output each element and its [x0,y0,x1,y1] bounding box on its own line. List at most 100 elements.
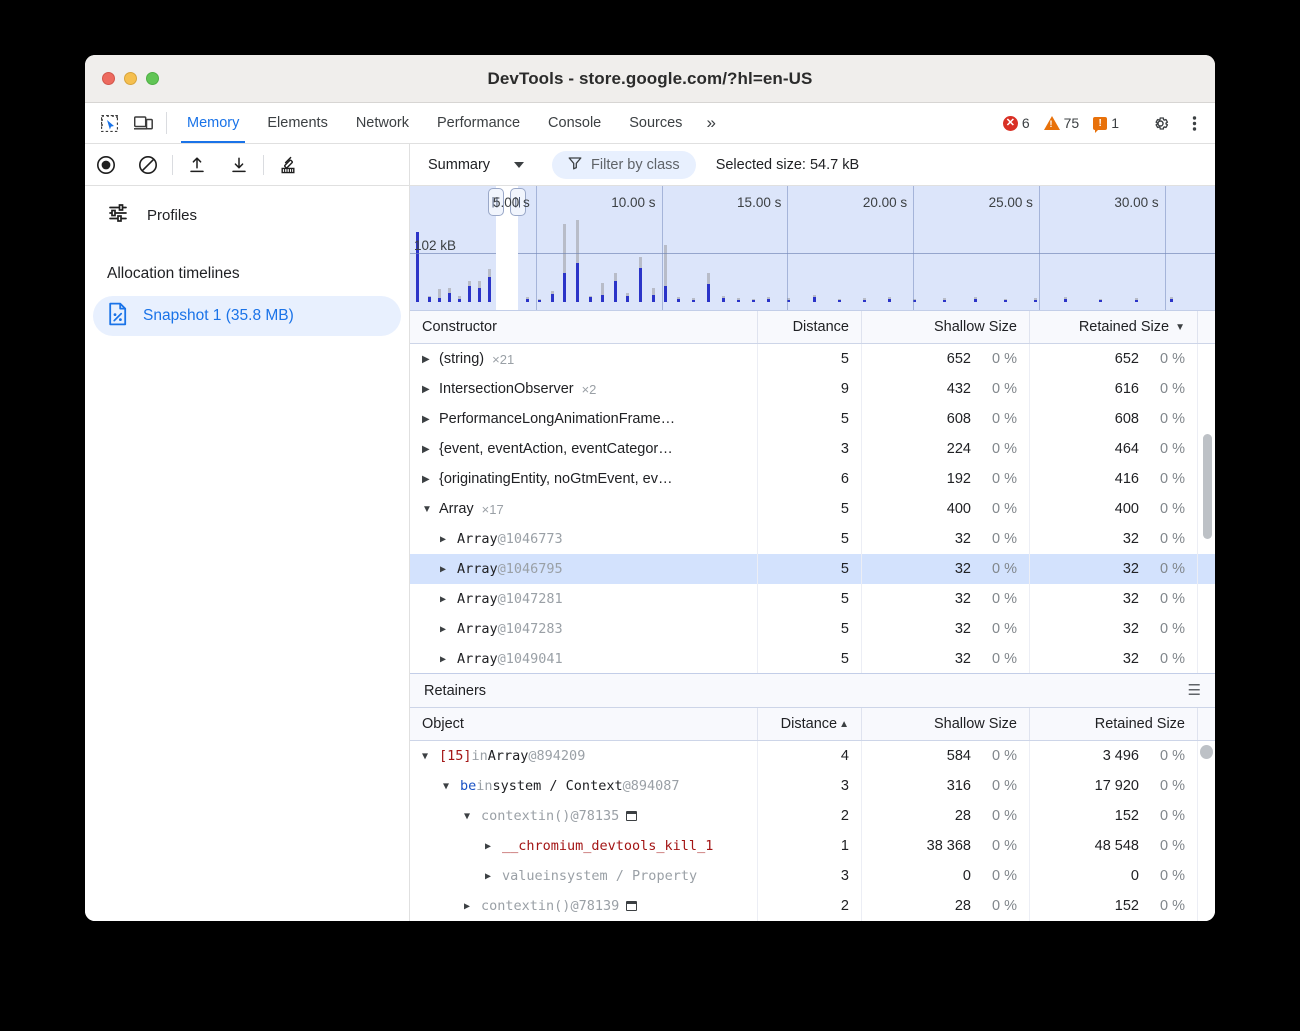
warning-count[interactable]: 75 [1039,115,1085,131]
triangle-down-icon[interactable] [422,751,434,762]
triangle-right-icon[interactable] [440,564,452,575]
column-header-distance[interactable]: Distance [758,311,862,343]
tab-sources[interactable]: Sources [615,103,696,143]
constructor-label: {event, eventAction, eventCategor… [439,441,673,457]
triangle-down-icon[interactable] [464,811,476,822]
upload-profile-icon[interactable] [176,144,218,186]
triangle-down-icon[interactable] [443,781,455,792]
column-header-retainer-distance[interactable]: Distance ▲ [758,708,862,740]
cell-percent: 0 % [971,621,1017,637]
tab-console[interactable]: Console [534,103,615,143]
table-row[interactable]: IntersectionObserver×294320 %6160 % [410,374,1215,404]
cell-percent: 0 % [1139,898,1185,914]
record-heap-snapshot-icon[interactable] [85,144,127,186]
table-row[interactable]: __chromium_devtools_kill_1138 3680 %48 5… [410,831,1215,861]
column-header-retainer-retained-size-label: Retained Size [1095,716,1185,732]
tab-memory[interactable]: Memory [173,103,253,143]
instance-count: ×21 [492,352,514,367]
tab-elements-label: Elements [267,115,327,131]
table-cell: 320 % [1030,554,1198,584]
constructor-table-body[interactable]: (string)×2156520 %6520 %IntersectionObse… [410,344,1215,673]
tab-elements[interactable]: Elements [253,103,341,143]
sidebar-item-profiles[interactable]: Profiles [85,194,409,236]
cell-percent: 0 % [1139,748,1185,764]
device-toolbar-icon[interactable] [126,103,160,143]
tab-network[interactable]: Network [342,103,423,143]
info-count[interactable]: ! 1 [1088,115,1124,131]
triangle-right-icon[interactable] [440,624,452,635]
column-header-object[interactable]: Object [410,708,758,740]
cell-value: 32 [1123,531,1139,547]
column-header-retained-size[interactable]: Retained Size ▼ [1030,311,1198,343]
more-tabs-chevron-icon[interactable]: » [696,103,725,143]
column-header-shallow-size[interactable]: Shallow Size [862,311,1030,343]
triangle-right-icon[interactable] [422,444,434,455]
gear-icon[interactable] [1145,114,1175,133]
timeline-bar [1099,300,1102,302]
object-address: @1047281 [498,591,563,607]
open-in-sources-icon[interactable] [626,811,637,821]
table-row[interactable]: Array @10472835320 %320 % [410,614,1215,644]
constructor-name-cell: (string)×21 [410,344,758,374]
table-cell: 320 % [1030,614,1198,644]
table-row[interactable]: context in () @781352280 %1520 % [410,801,1215,831]
table-row[interactable]: context in () @781392280 %1520 % [410,891,1215,921]
column-header-constructor[interactable]: Constructor [410,311,758,343]
triangle-right-icon[interactable] [485,871,497,882]
hamburger-menu-icon[interactable]: ☰ [1188,683,1201,698]
table-row[interactable]: Array @10467735320 %320 % [410,524,1215,554]
table-row[interactable]: be in system / Context @89408733160 %17 … [410,771,1215,801]
column-header-retained-size-label: Retained Size [1079,319,1169,335]
constructor-label: {originatingEntity, noGtmEvent, ev… [439,471,672,487]
column-header-retainer-retained-size[interactable]: Retained Size [1030,708,1198,740]
table-cell: 6 [758,464,862,494]
column-header-retainer-shallow-size[interactable]: Shallow Size [862,708,1030,740]
table-cell: 320 % [1030,644,1198,673]
timeline-tick-label: 30.00 s [1114,195,1164,210]
clear-all-icon[interactable] [127,144,169,186]
retainers-table-body[interactable]: [15] in Array @89420945840 %3 4960 %be i… [410,741,1215,921]
retainers-table-scrollbar[interactable] [1200,745,1213,759]
three-dots-vertical-icon[interactable] [1179,114,1209,133]
constructor-label: PerformanceLongAnimationFrame… [439,411,675,427]
table-cell: 280 % [862,801,1030,831]
triangle-right-icon[interactable] [422,474,434,485]
collect-garbage-broom-icon[interactable] [267,144,309,186]
view-mode-select[interactable]: Summary [422,154,530,176]
triangle-right-icon[interactable] [422,384,434,395]
error-count[interactable]: ✕ 6 [998,115,1035,131]
triangle-right-icon[interactable] [440,594,452,605]
table-row[interactable]: (string)×2156520 %6520 % [410,344,1215,374]
timeline-bar [448,293,451,302]
table-row[interactable]: {event, eventAction, eventCategor…32240 … [410,434,1215,464]
cell-value: 38 368 [927,838,971,854]
triangle-right-icon[interactable] [485,841,497,852]
table-row[interactable]: Array×1754000 %4000 % [410,494,1215,524]
triangle-right-icon[interactable] [464,901,476,912]
tab-performance[interactable]: Performance [423,103,534,143]
allocation-timeline-overview[interactable]: 102 kB || || 5.00 s10.00 s15.00 s20.00 s… [410,186,1215,311]
download-profile-icon[interactable] [218,144,260,186]
table-row[interactable]: Array @10490415320 %320 % [410,644,1215,673]
sidebar-item-profiles-label: Profiles [147,207,197,224]
retainers-table: Object Distance ▲ Shallow Size Retained … [410,708,1215,921]
cell-value: 5 [841,501,849,517]
table-row[interactable]: Array @10472815320 %320 % [410,584,1215,614]
cell-value: 0 [1131,868,1139,884]
table-row[interactable]: Array @10467955320 %320 % [410,554,1215,584]
open-in-sources-icon[interactable] [626,901,637,911]
constructor-name-cell: {originatingEntity, noGtmEvent, ev… [410,464,758,494]
table-row[interactable]: {originatingEntity, noGtmEvent, ev…61920… [410,464,1215,494]
triangle-right-icon[interactable] [422,354,434,365]
filter-input[interactable]: Filter by class [552,151,696,179]
sidebar-item-snapshot-1[interactable]: Snapshot 1 (35.8 MB) [93,296,401,336]
table-row[interactable]: value in system / Property300 %00 % [410,861,1215,891]
table-row[interactable]: [15] in Array @89420945840 %3 4960 % [410,741,1215,771]
inspect-element-icon[interactable] [92,103,126,143]
triangle-right-icon[interactable] [440,654,452,665]
table-row[interactable]: PerformanceLongAnimationFrame…56080 %608… [410,404,1215,434]
triangle-right-icon[interactable] [440,534,452,545]
triangle-right-icon[interactable] [422,414,434,425]
constructor-table-scrollbar[interactable] [1203,434,1212,539]
triangle-down-icon[interactable] [422,504,434,515]
